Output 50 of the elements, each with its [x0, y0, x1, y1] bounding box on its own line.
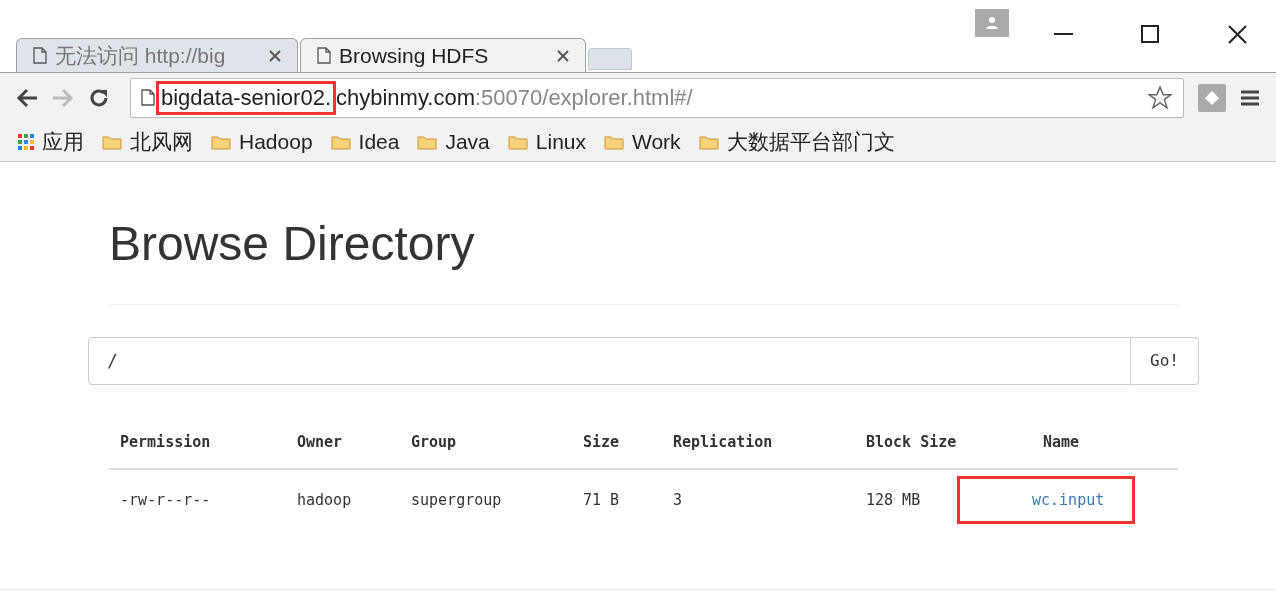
folder-icon: [211, 133, 231, 150]
address-bar[interactable]: bigdata-senior02. chybinmy.com:50070/explorer.html#/: [130, 77, 1184, 118]
table-cell: supergroup: [411, 490, 502, 509]
bookmark-link[interactable]: Idea: [358, 125, 400, 158]
bookmark-link[interactable]: Hadoop: [239, 125, 313, 158]
url-host: bigdata-senior02.: [161, 83, 331, 112]
column-header: Permission: [120, 432, 211, 451]
close-icon[interactable]: [1228, 25, 1247, 44]
page-icon: [141, 89, 155, 106]
browser-tab[interactable]: Browsing HDFS: [300, 38, 586, 72]
apps-grid-icon: [18, 133, 34, 150]
url-host: chybinmy.com: [336, 83, 475, 112]
bookmark-link[interactable]: 北风网: [130, 125, 193, 158]
page-icon: [33, 47, 47, 64]
folder-icon: [417, 133, 438, 150]
column-header: Block Size: [866, 432, 957, 451]
column-header: Name: [1043, 432, 1080, 451]
reload-icon[interactable]: [88, 86, 110, 109]
file-link[interactable]: wc.input: [1032, 488, 1105, 512]
table-cell: -rw-r--r--: [120, 490, 211, 509]
bookmark-link[interactable]: Work: [632, 125, 681, 158]
bookmark-link[interactable]: 大数据平台部门文: [726, 125, 895, 158]
column-header: Group: [411, 432, 457, 451]
column-header: Size: [583, 432, 620, 451]
folder-icon: [698, 133, 719, 150]
table-cell: 128 MB: [866, 490, 921, 509]
maximize-icon[interactable]: [1141, 25, 1159, 43]
table-cell: 3: [673, 490, 683, 509]
table-cell: hadoop: [297, 490, 352, 509]
table-cell: 71 B: [583, 490, 620, 509]
column-header: Replication: [673, 432, 773, 451]
go-button[interactable]: Go!: [1131, 336, 1199, 385]
tab-title: Browsing HDFS: [339, 42, 490, 69]
page-heading: Browse Directory: [109, 218, 476, 271]
back-icon[interactable]: [16, 87, 38, 108]
folder-icon: [330, 133, 351, 150]
close-icon[interactable]: [557, 49, 569, 62]
folder-icon: [604, 133, 624, 150]
folder-icon: [507, 133, 528, 150]
folder-icon: [102, 133, 122, 150]
url-path: :50070/explorer.html#/: [475, 83, 693, 112]
bookmark-link[interactable]: Linux: [535, 125, 586, 158]
tab-title: 无法访问 http://big: [55, 42, 227, 69]
path-field[interactable]: /: [88, 336, 1131, 385]
page-icon: [317, 47, 331, 64]
menu-icon[interactable]: [1240, 88, 1260, 107]
bookmark-link[interactable]: Java: [445, 125, 490, 158]
bookmark-link[interactable]: 应用: [42, 125, 84, 158]
column-header: Owner: [297, 432, 343, 451]
star-icon[interactable]: [1147, 84, 1173, 111]
